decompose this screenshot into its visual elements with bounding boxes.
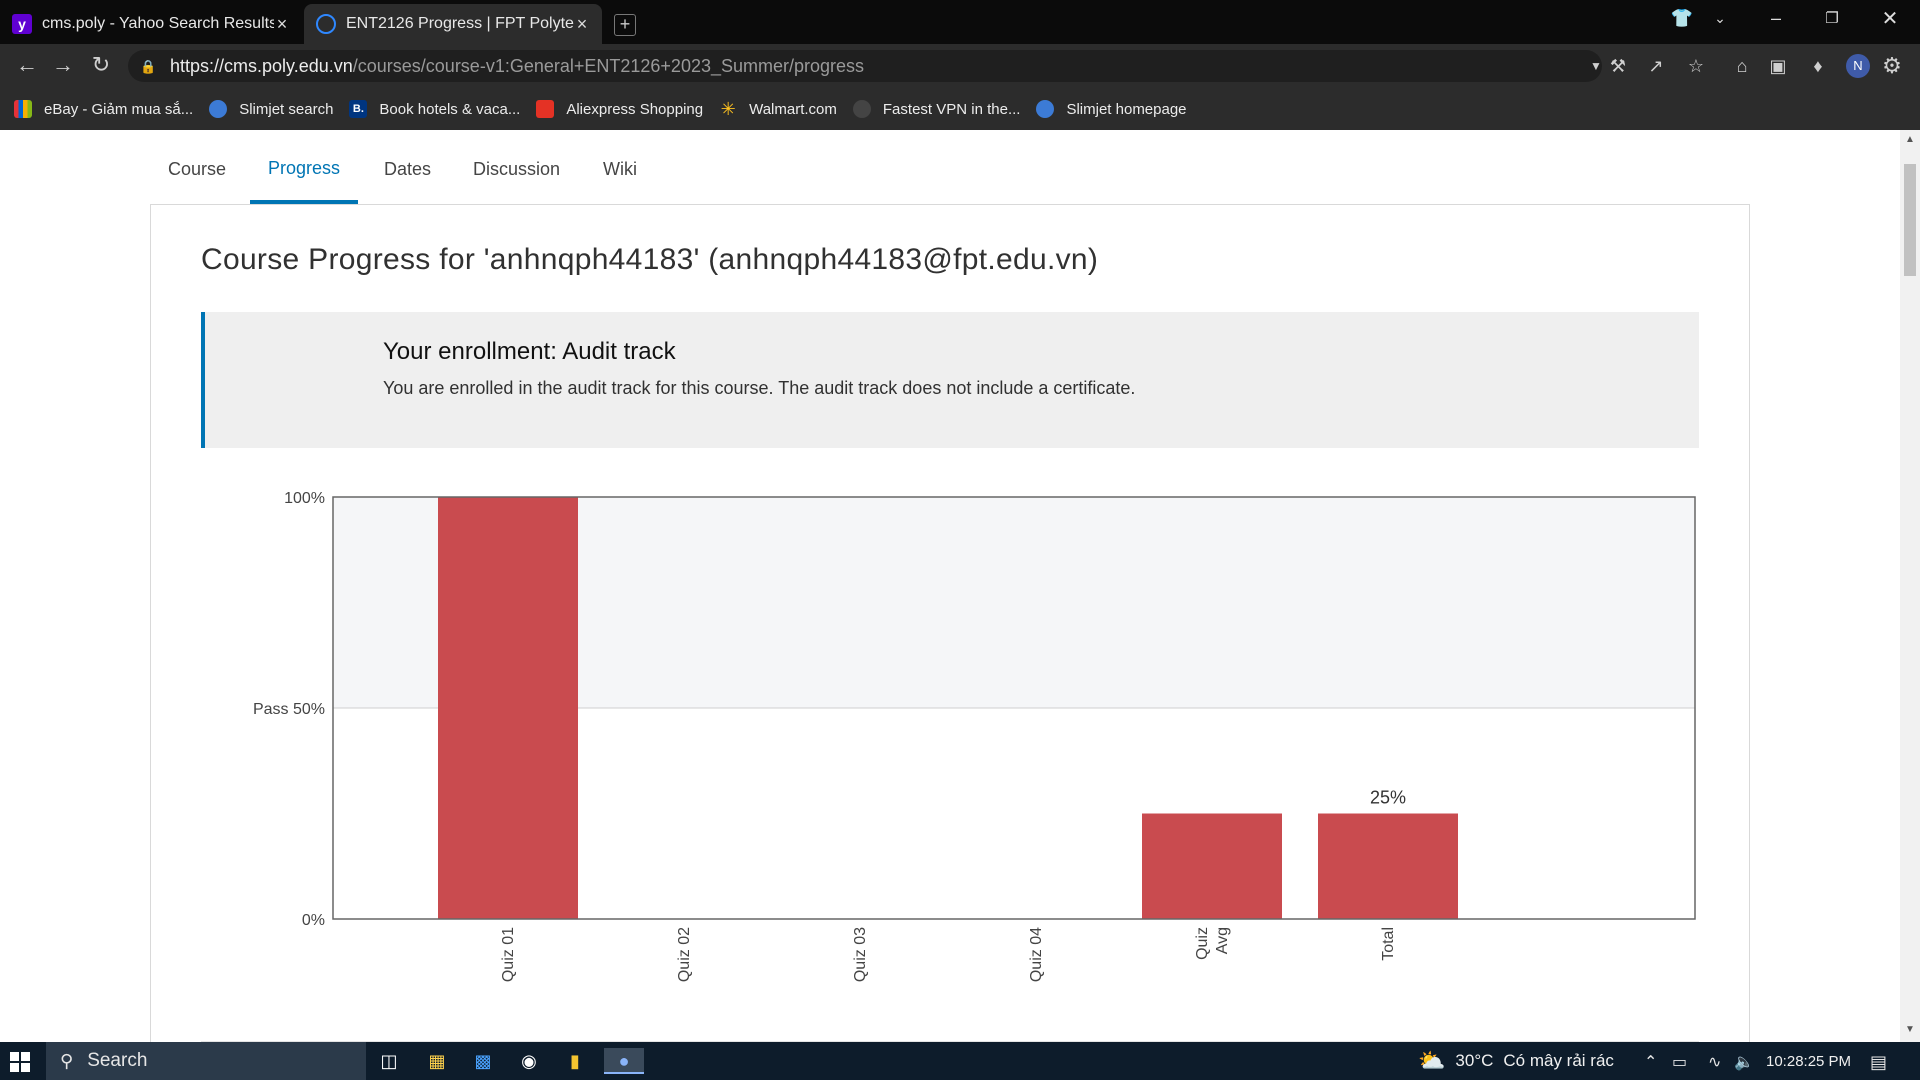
- globe-icon: [1036, 100, 1055, 118]
- close-tab-icon[interactable]: ×: [274, 14, 290, 35]
- y-tick-label: 100%: [284, 490, 325, 507]
- bookmark-ebay[interactable]: eBay - Giảm mua sắ...: [14, 100, 193, 118]
- tab-discussion[interactable]: Discussion: [455, 130, 578, 204]
- tab-ent2126-progress[interactable]: ENT2126 Progress | FPT Polytechnic ×: [304, 4, 602, 44]
- booking-icon: B.: [349, 100, 368, 118]
- page-scrollbar[interactable]: ▲ ▼: [1900, 130, 1920, 1042]
- weather-description: Có mây rải rác: [1503, 1051, 1614, 1070]
- tab-title: cms.poly - Yahoo Search Results: [42, 15, 274, 32]
- window-icon[interactable]: ▣: [1766, 54, 1790, 78]
- restore-button[interactable]: ❐: [1812, 0, 1852, 36]
- yahoo-icon: y: [12, 14, 32, 34]
- weather-cloud-icon: ⛅: [1418, 1048, 1446, 1073]
- tab-yahoo-search[interactable]: y cms.poly - Yahoo Search Results ×: [0, 4, 302, 44]
- ebay-icon: [14, 100, 32, 118]
- search-placeholder: Search: [87, 1050, 148, 1071]
- tab-course[interactable]: Course: [150, 130, 244, 204]
- weather-temperature: 30°C: [1455, 1051, 1494, 1070]
- enrollment-text: You are enrolled in the audit track for …: [383, 378, 1136, 398]
- bookmark-booking[interactable]: B. Book hotels & vaca...: [349, 100, 520, 118]
- close-tab-icon[interactable]: ×: [574, 14, 590, 35]
- aliexpress-icon: [536, 100, 555, 118]
- page-title: Course Progress for 'anhnqph44183' (anhn…: [201, 243, 1099, 276]
- browser-toolbar: ← → ↻ 🔒 https://cms.poly.edu.vn/courses/…: [0, 44, 1920, 88]
- course-tabs: Course Progress Dates Discussion Wiki: [0, 130, 1900, 204]
- notification-icon[interactable]: ▤: [1870, 1052, 1887, 1073]
- loading-icon: [316, 14, 336, 34]
- extensions-icon[interactable]: ♦: [1806, 54, 1830, 78]
- url-text: https://cms.poly.edu.vn/courses/course-v…: [170, 55, 865, 76]
- windows-start-button[interactable]: [10, 1052, 30, 1072]
- home-icon[interactable]: ⌂: [1730, 54, 1754, 78]
- bar-total: [1318, 813, 1458, 919]
- enrollment-alert: Your enrollment: Audit track You are enr…: [201, 312, 1699, 448]
- translate-icon[interactable]: ⚒: [1606, 54, 1630, 78]
- dropdown-icon[interactable]: ▼: [1584, 54, 1608, 78]
- weather-widget[interactable]: ⛅ 30°C Có mây rải rác: [1418, 1042, 1614, 1080]
- reload-icon[interactable]: ↻: [88, 54, 114, 78]
- windows-taskbar: ⚲ Search ◫ ▦ ▩ ◉ ▮ ● ⛅ 30°C Có mây rải r…: [0, 1042, 1920, 1080]
- shirt-icon[interactable]: 👕: [1668, 0, 1696, 36]
- chevron-up-icon[interactable]: ⌃: [1644, 1052, 1657, 1072]
- search-icon: ⚲: [60, 1050, 74, 1071]
- x-tick-label: Quiz 01: [500, 927, 517, 982]
- scrollbar-thumb[interactable]: [1904, 164, 1916, 276]
- taskbar-search[interactable]: ⚲ Search: [46, 1042, 366, 1080]
- walmart-icon: ✳: [720, 98, 736, 119]
- x-tick-label: Quiz 04: [1028, 927, 1045, 982]
- task-view-icon[interactable]: ◫: [376, 1048, 402, 1074]
- x-tick-label: Quiz 03: [852, 927, 869, 982]
- x-tick-label: Quiz 02: [676, 927, 693, 982]
- speaker-muted-icon[interactable]: 🔈: [1734, 1052, 1754, 1072]
- tab-wiki[interactable]: Wiki: [585, 130, 655, 204]
- y-tick-label: Pass 50%: [253, 701, 325, 718]
- chevron-down-icon[interactable]: ⌄: [1706, 0, 1734, 36]
- tab-progress[interactable]: Progress: [250, 130, 359, 204]
- progress-card: Course Progress for 'anhnqph44183' (anhn…: [150, 204, 1750, 1042]
- bookmark-vpn[interactable]: Fastest VPN in the...: [852, 100, 1020, 118]
- file-app-icon[interactable]: ▮: [562, 1048, 588, 1074]
- new-tab-button[interactable]: +: [614, 14, 636, 36]
- share-icon[interactable]: ↗: [1644, 54, 1668, 78]
- scroll-down-icon[interactable]: ▼: [1904, 1024, 1916, 1038]
- bookmarks-bar: eBay - Giảm mua sắ... Slimjet search B. …: [0, 88, 1920, 130]
- grade-chart: Quiz 01 Quiz 02 Quiz 03 Quiz 04 Quiz Avg 25% To…: [151, 461, 1751, 1021]
- minimize-button[interactable]: –: [1756, 0, 1796, 36]
- profile-avatar[interactable]: N: [1846, 54, 1870, 78]
- lock-icon: 🔒: [140, 59, 157, 74]
- bookmark-walmart[interactable]: ✳ Walmart.com: [719, 98, 837, 119]
- x-tick-label: Quiz Avg: [1194, 927, 1231, 960]
- bookmark-slimjet-homepage[interactable]: Slimjet homepage: [1036, 100, 1187, 118]
- scroll-up-icon[interactable]: ▲: [1904, 134, 1916, 148]
- y-tick-label: 0%: [302, 912, 325, 929]
- bar-quiz-avg: [1142, 813, 1282, 919]
- bar-quiz-01: [438, 497, 578, 919]
- vpn-icon: [852, 100, 871, 118]
- bookmark-slimjet-search[interactable]: Slimjet search: [209, 100, 333, 118]
- tab-dates[interactable]: Dates: [366, 130, 449, 204]
- wifi-icon[interactable]: ∿: [1708, 1052, 1721, 1072]
- slimjet-browser-icon[interactable]: ●: [604, 1048, 644, 1074]
- grade-chart-svg: Quiz 01 Quiz 02 Quiz 03 Quiz 04 Quiz Avg 25% To…: [253, 490, 1696, 982]
- store-icon[interactable]: ▦: [424, 1048, 450, 1074]
- battery-icon[interactable]: ▭: [1672, 1052, 1687, 1072]
- chrome-icon[interactable]: ◉: [516, 1048, 542, 1074]
- x-tick-label: Total: [1380, 927, 1397, 961]
- forward-arrow-icon[interactable]: →: [50, 54, 76, 78]
- app-icon[interactable]: ▩: [470, 1048, 496, 1074]
- tab-title: ENT2126 Progress | FPT Polytechnic: [346, 15, 574, 32]
- close-window-button[interactable]: ✕: [1870, 0, 1910, 36]
- data-label: 25%: [1370, 788, 1406, 808]
- page-viewport: Course Progress Dates Discussion Wiki Co…: [0, 130, 1900, 1042]
- bookmark-aliexpress[interactable]: Aliexpress Shopping: [536, 100, 703, 118]
- address-bar[interactable]: 🔒 https://cms.poly.edu.vn/courses/course…: [128, 50, 1602, 82]
- clock[interactable]: 10:28:25 PM: [1766, 1042, 1851, 1080]
- settings-gear-icon[interactable]: ⚙: [1880, 54, 1904, 78]
- star-icon[interactable]: ☆: [1684, 54, 1708, 78]
- enrollment-heading: Your enrollment: Audit track: [383, 338, 676, 365]
- globe-icon: [209, 100, 228, 118]
- browser-tab-bar: y cms.poly - Yahoo Search Results × ENT2…: [0, 0, 1920, 44]
- back-arrow-icon[interactable]: ←: [14, 54, 40, 78]
